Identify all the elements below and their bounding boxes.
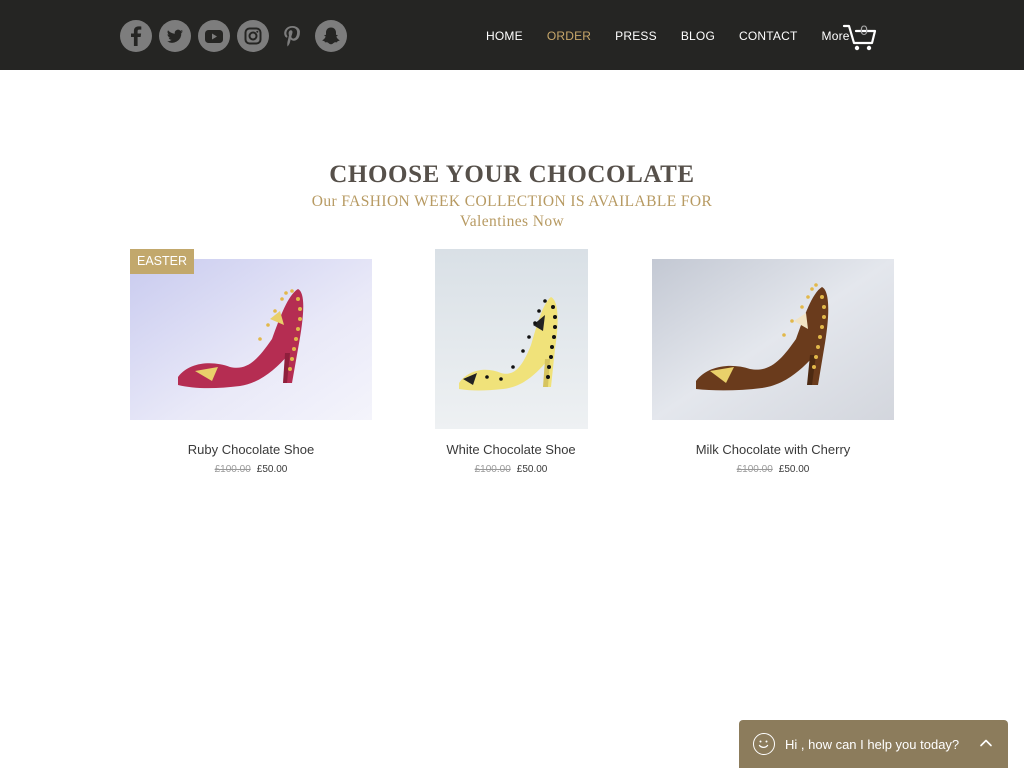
youtube-icon[interactable] bbox=[198, 20, 230, 52]
main-nav: HOME ORDER PRESS BLOG CONTACT More bbox=[474, 26, 862, 46]
cart-button[interactable]: 0 bbox=[842, 20, 878, 52]
old-price: £100.00 bbox=[214, 464, 251, 475]
subtitle-line-1: Our FASHION WEEK COLLECTION IS AVAILABLE… bbox=[311, 193, 713, 210]
nav-press[interactable]: PRESS bbox=[603, 29, 669, 43]
smiley-icon bbox=[753, 733, 775, 755]
product-name-milk[interactable]: Milk Chocolate with Cherry bbox=[643, 442, 903, 457]
subtitle-line-2: Valentines Now bbox=[459, 213, 565, 230]
page-subtitle: Our FASHION WEEK COLLECTION IS AVAILABLE… bbox=[300, 192, 724, 232]
product-image-white[interactable] bbox=[435, 249, 588, 429]
product-name-ruby[interactable]: Ruby Chocolate Shoe bbox=[121, 442, 381, 457]
sale-price: £50.00 bbox=[516, 464, 548, 475]
nav-home[interactable]: HOME bbox=[474, 29, 535, 43]
old-price: £100.00 bbox=[474, 464, 511, 475]
pinterest-icon[interactable] bbox=[276, 20, 308, 52]
price-row-ruby: £100.00 £50.00 bbox=[121, 464, 381, 475]
product-ribbon: EASTER bbox=[130, 249, 194, 274]
page-title: CHOOSE YOUR CHOCOLATE bbox=[329, 161, 695, 188]
cart-count: 0 bbox=[860, 22, 868, 38]
sale-price: £50.00 bbox=[778, 464, 810, 475]
snapchat-icon[interactable] bbox=[315, 20, 347, 52]
instagram-icon[interactable] bbox=[237, 20, 269, 52]
product-name-white[interactable]: White Chocolate Shoe bbox=[381, 442, 641, 457]
nav-blog[interactable]: BLOG bbox=[669, 29, 727, 43]
old-price: £100.00 bbox=[736, 464, 773, 475]
product-image-milk[interactable] bbox=[652, 259, 894, 420]
price-row-milk: £100.00 £50.00 bbox=[643, 464, 903, 475]
sale-price: £50.00 bbox=[256, 464, 288, 475]
chat-widget[interactable]: Hi , how can I help you today? bbox=[739, 720, 1008, 768]
social-bar bbox=[120, 20, 347, 52]
chevron-up-icon[interactable] bbox=[978, 735, 994, 751]
facebook-icon[interactable] bbox=[120, 20, 152, 52]
twitter-icon[interactable] bbox=[159, 20, 191, 52]
nav-order[interactable]: ORDER bbox=[535, 29, 603, 43]
chat-message: Hi , how can I help you today? bbox=[785, 737, 960, 752]
product-image-ruby[interactable] bbox=[130, 259, 372, 420]
price-row-white: £100.00 £50.00 bbox=[381, 464, 641, 475]
site-header: HOME ORDER PRESS BLOG CONTACT More 0 bbox=[0, 0, 1024, 70]
nav-contact[interactable]: CONTACT bbox=[727, 29, 810, 43]
